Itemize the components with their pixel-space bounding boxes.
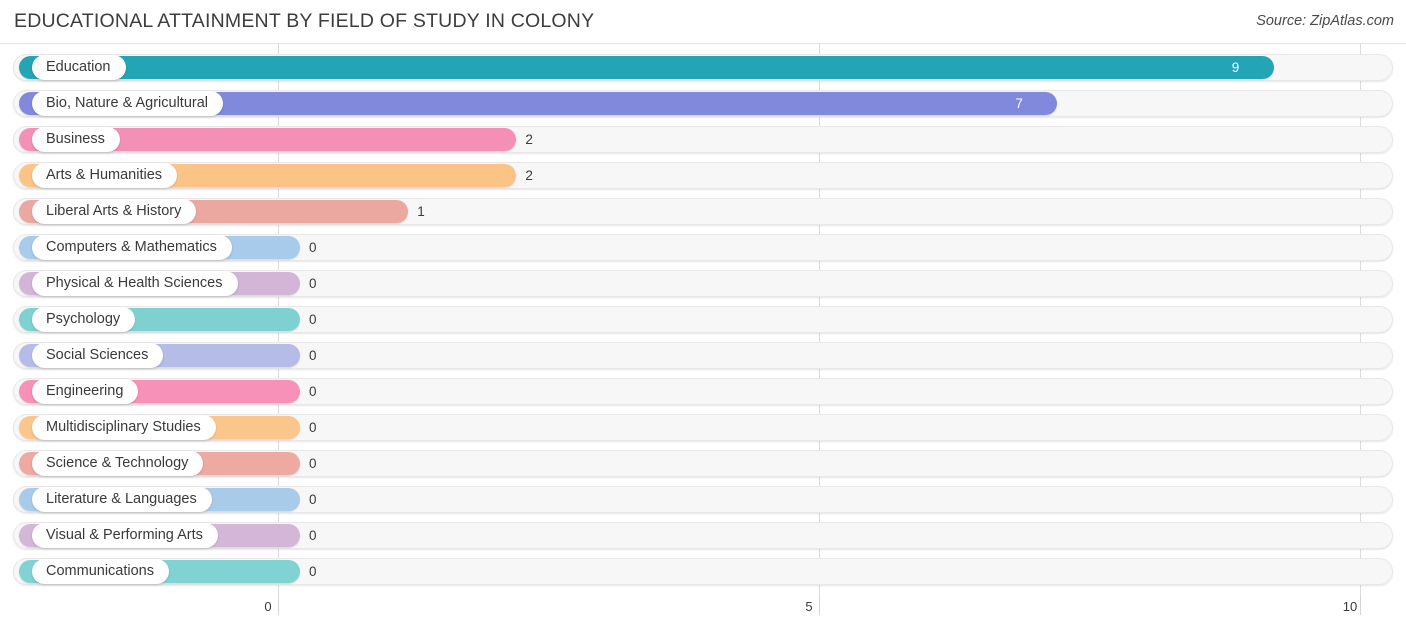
bar-category-label: Physical & Health Sciences — [46, 275, 223, 292]
bar-category-label: Education — [46, 59, 111, 76]
bar-category-label: Arts & Humanities — [46, 167, 163, 184]
table-row: Social Sciences 0 — [0, 339, 1406, 375]
bar-value-label: 0 — [309, 276, 317, 291]
bar-value-label: 2 — [525, 132, 533, 147]
table-row: Liberal Arts & History 1 — [0, 195, 1406, 231]
bar-category-label: Liberal Arts & History — [46, 203, 182, 220]
source-attribution: Source: ZipAtlas.com — [1256, 13, 1394, 29]
table-row: Literature & Languages 0 — [0, 483, 1406, 519]
axis-tick-label: 10 — [1342, 599, 1358, 614]
bar-value-label: 7 — [1015, 96, 1023, 111]
bar-value-label: 0 — [309, 384, 317, 399]
bar-label-pill: Education — [32, 55, 126, 80]
table-row: Business 2 — [0, 123, 1406, 159]
table-row: Communications 0 — [0, 555, 1406, 591]
bar-label-pill: Communications — [32, 559, 169, 584]
chart-header: EDUCATIONAL ATTAINMENT BY FIELD OF STUDY… — [0, 0, 1406, 44]
bar-value-label: 1 — [417, 204, 425, 219]
bar-value-label: 2 — [525, 168, 533, 183]
bar-value-label: 0 — [309, 456, 317, 471]
bar-label-pill: Psychology — [32, 307, 136, 332]
bar-label-pill: Liberal Arts & History — [32, 199, 197, 224]
bar-value-label: 0 — [309, 564, 317, 579]
plot-area: Education 9 Bio, Nature & Agricultural 7 Bus… — [0, 44, 1406, 595]
bar-label-pill: Computers & Mathematics — [32, 235, 232, 260]
bar-category-label: Visual & Performing Arts — [46, 527, 203, 544]
table-row: Computers & Mathematics 0 — [0, 231, 1406, 267]
bar-category-label: Computers & Mathematics — [46, 239, 217, 256]
axis-tick-mark-5 — [819, 595, 820, 615]
bar-value-label: 9 — [1231, 60, 1240, 75]
table-row: Multidisciplinary Studies 0 — [0, 411, 1406, 447]
bar-label-pill: Business — [32, 127, 120, 152]
table-row: Education 9 — [0, 51, 1406, 87]
bar-category-label: Engineering — [46, 383, 124, 400]
bar-label-pill: Social Sciences — [32, 343, 164, 368]
table-row: Engineering 0 — [0, 375, 1406, 411]
table-row: Science & Technology 0 — [0, 447, 1406, 483]
bar-value-label: 0 — [309, 240, 317, 255]
bar-category-label: Social Sciences — [46, 347, 149, 364]
table-row: Psychology 0 — [0, 303, 1406, 339]
bar-label-pill: Bio, Nature & Agricultural — [32, 91, 223, 116]
bar-value-label: 0 — [309, 492, 317, 507]
page-title: EDUCATIONAL ATTAINMENT BY FIELD OF STUDY… — [14, 10, 595, 32]
table-row: Physical & Health Sciences 0 — [0, 267, 1406, 303]
bar-category-label: Science & Technology — [46, 455, 189, 472]
bar-value-label: 0 — [309, 348, 317, 363]
bar-category-label: Literature & Languages — [46, 491, 197, 508]
bar-category-label: Business — [46, 131, 105, 148]
bar-value-label: 0 — [309, 312, 317, 327]
bar-label-pill: Physical & Health Sciences — [32, 271, 238, 296]
x-axis: 0 5 10 — [0, 595, 1406, 631]
axis-tick-mark-0 — [278, 595, 279, 615]
table-row: Bio, Nature & Agricultural 7 — [0, 87, 1406, 123]
bar-value-label: 0 — [309, 420, 317, 435]
bar-value-label: 0 — [309, 528, 317, 543]
bar-rows: Education 9 Bio, Nature & Agricultural 7 Bus… — [0, 44, 1406, 595]
bar-label-pill: Multidisciplinary Studies — [32, 415, 216, 440]
bar-label-pill: Engineering — [32, 379, 139, 404]
bar-category-label: Communications — [46, 563, 154, 580]
bar-label-pill: Science & Technology — [32, 451, 204, 476]
chart-container: EDUCATIONAL ATTAINMENT BY FIELD OF STUDY… — [0, 0, 1406, 631]
axis-tick-label: 0 — [264, 599, 272, 614]
bar-category-label: Multidisciplinary Studies — [46, 419, 201, 436]
axis-tick-mark-10 — [1360, 595, 1361, 615]
bar[interactable] — [19, 56, 1274, 79]
table-row: Arts & Humanities 2 — [0, 159, 1406, 195]
bar-label-pill: Visual & Performing Arts — [32, 523, 218, 548]
axis-tick-label: 5 — [805, 599, 813, 614]
bar-category-label: Psychology — [46, 311, 121, 328]
bar-label-pill: Arts & Humanities — [32, 163, 178, 188]
table-row: Visual & Performing Arts 0 — [0, 519, 1406, 555]
bar-label-pill: Literature & Languages — [32, 487, 212, 512]
bar-category-label: Bio, Nature & Agricultural — [46, 95, 208, 112]
